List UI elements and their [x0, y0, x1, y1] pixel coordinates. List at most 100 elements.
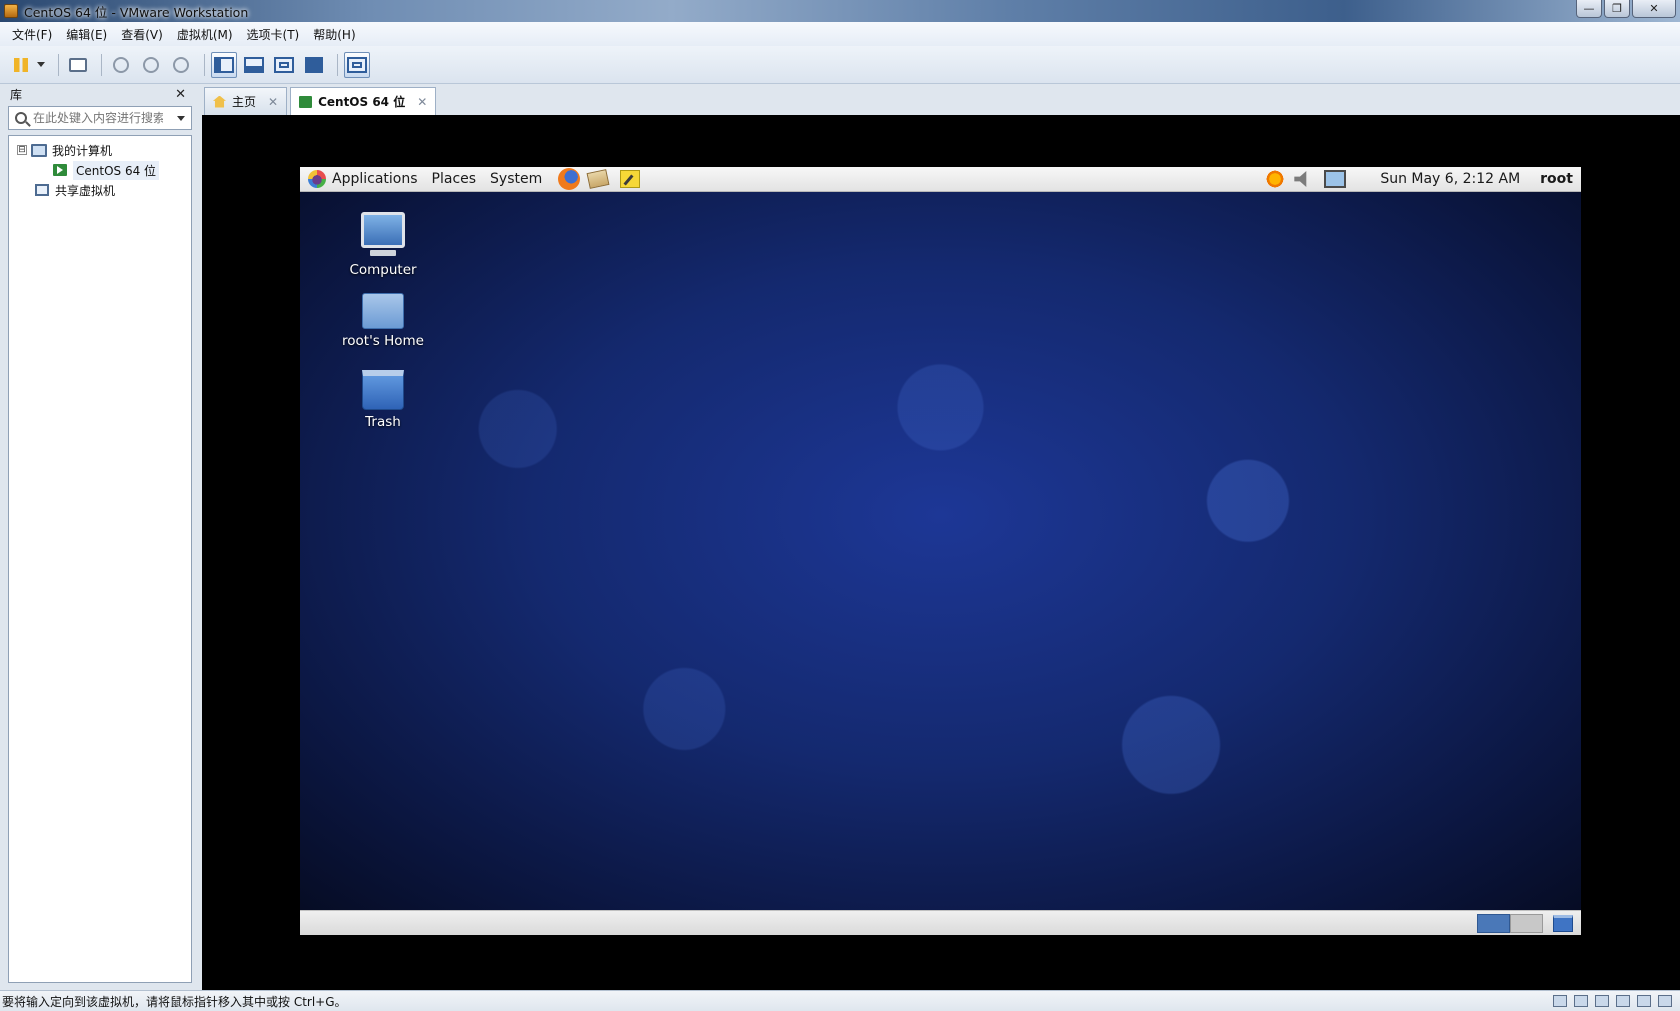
menu-file[interactable]: 文件(F) [6, 26, 58, 43]
toolbar [0, 46, 1680, 84]
vm-running-icon [53, 164, 67, 176]
top-panel-tray: Sun May 6, 2:12 AM root [1266, 167, 1581, 192]
tree-item-label: 我的计算机 [52, 143, 113, 158]
gnome-foot-icon [308, 170, 326, 188]
chevron-down-icon [37, 62, 45, 67]
workspace-2-button[interactable] [1510, 914, 1543, 933]
power-dropdown-button[interactable] [34, 52, 48, 78]
library-close-button[interactable]: ✕ [175, 87, 186, 102]
system-menu[interactable]: System [490, 171, 542, 187]
desktop-icon-home[interactable]: root's Home [333, 293, 433, 349]
library-tree: ⊟ 我的计算机 CentOS 64 位 共享虚拟机 [8, 135, 192, 983]
firefox-icon[interactable] [558, 168, 581, 190]
library-title: 库 [10, 87, 23, 102]
shared-vm-icon [35, 184, 49, 196]
menu-vm[interactable]: 虚拟机(M) [171, 26, 239, 43]
places-menu[interactable]: Places [432, 171, 477, 187]
unity-icon [305, 56, 323, 73]
gnome-top-panel: Applications Places System Sun May 6, 2:… [300, 167, 1581, 192]
network-adapter-icon[interactable] [1595, 995, 1609, 1007]
mail-client-icon[interactable] [586, 169, 610, 189]
menu-tabs[interactable]: 选项卡(T) [241, 26, 306, 43]
window-controls: — ❐ ✕ [1574, 0, 1676, 18]
tab-label: CentOS 64 位 [318, 95, 406, 109]
restore-button[interactable]: ❐ [1604, 0, 1630, 18]
minimize-button[interactable]: — [1576, 0, 1602, 18]
computer-icon [361, 212, 405, 256]
library-search [8, 106, 192, 130]
clock[interactable]: Sun May 6, 2:12 AM [1380, 171, 1520, 187]
home-folder-icon [362, 293, 404, 329]
revert-icon [143, 56, 159, 73]
desktop[interactable]: Computer root's Home Trash [300, 192, 1581, 910]
full-screen-button[interactable] [271, 52, 297, 78]
library-panel: 库 ✕ ⊟ 我的计算机 CentOS 64 位 共享虚拟机 [8, 84, 192, 984]
workspace-1-button[interactable] [1477, 914, 1510, 933]
tab-home[interactable]: 主页 ✕ [204, 87, 288, 115]
tree-item-centos-vm[interactable]: CentOS 64 位 [9, 160, 191, 180]
keyboard-icon [69, 57, 87, 72]
title-bar: CentOS 64 位 - VMware Workstation — ❐ ✕ [0, 0, 1680, 22]
menu-help[interactable]: 帮助(H) [307, 26, 361, 43]
home-icon [213, 95, 226, 108]
library-header: 库 ✕ [8, 84, 192, 104]
volume-icon[interactable] [1294, 171, 1307, 187]
close-button[interactable]: ✕ [1632, 0, 1676, 18]
tree-item-label: 共享虚拟机 [55, 183, 116, 198]
tab-label: 主页 [232, 95, 257, 109]
tab-centos[interactable]: CentOS 64 位 ✕ [290, 87, 437, 115]
toolbar-separator [58, 53, 59, 76]
take-snapshot-button[interactable] [108, 52, 134, 78]
console-view-button[interactable] [344, 51, 370, 78]
tree-item-my-computer[interactable]: ⊟ 我的计算机 [9, 140, 191, 160]
unity-button[interactable] [301, 52, 327, 78]
search-icon [15, 112, 27, 124]
pause-icon [14, 57, 28, 72]
collapse-icon[interactable]: ⊟ [17, 145, 27, 155]
vmware-app-icon [4, 4, 18, 18]
hard-disk-icon[interactable] [1553, 995, 1567, 1007]
desktop-icon-computer[interactable]: Computer [333, 212, 433, 278]
search-dropdown-icon[interactable] [177, 115, 185, 121]
show-thumbnail-button[interactable] [241, 52, 267, 78]
usb-icon[interactable] [1616, 995, 1630, 1007]
network-icon[interactable] [1324, 170, 1347, 188]
revert-snapshot-button[interactable] [138, 52, 164, 78]
desktop-icon-label: root's Home [342, 333, 424, 349]
desktop-icon-trash[interactable]: Trash [333, 370, 433, 430]
panel-trash-icon[interactable] [1553, 915, 1573, 932]
status-message: 要将输入定向到该虚拟机，请将鼠标指针移入其中或按 Ctrl+G。 [2, 994, 347, 1009]
trash-icon [362, 370, 404, 410]
desktop-icon-label: Trash [365, 414, 401, 430]
library-search-input[interactable] [33, 111, 163, 125]
toolbar-separator [101, 53, 102, 76]
thumbnail-view-icon [244, 56, 264, 73]
menu-edit[interactable]: 编辑(E) [60, 26, 113, 43]
message-log-icon[interactable] [1658, 995, 1672, 1007]
console-view-icon [347, 56, 367, 73]
show-library-button[interactable] [211, 51, 237, 78]
tab-close-button[interactable]: ✕ [417, 95, 427, 109]
menu-bar: 文件(F) 编辑(E) 查看(V) 虚拟机(M) 选项卡(T) 帮助(H) [0, 22, 1680, 46]
guest-screen[interactable]: Applications Places System Sun May 6, 2:… [300, 167, 1581, 935]
status-bar: 要将输入定向到该虚拟机，请将鼠标指针移入其中或按 Ctrl+G。 [0, 990, 1680, 1011]
window-title: CentOS 64 位 - VMware Workstation [24, 4, 249, 20]
snapshot-manager-icon [173, 56, 189, 73]
gnome-bottom-panel [300, 910, 1581, 935]
tree-item-shared-vms[interactable]: 共享虚拟机 [9, 180, 191, 200]
send-ctrl-alt-del-button[interactable] [65, 52, 91, 78]
menu-view[interactable]: 查看(V) [115, 26, 169, 43]
tab-close-button[interactable]: ✕ [268, 95, 278, 109]
sound-card-icon[interactable] [1637, 995, 1651, 1007]
cd-rom-icon[interactable] [1574, 995, 1588, 1007]
suspend-button[interactable] [8, 52, 34, 78]
vm-icon [299, 95, 313, 108]
update-notifier-icon[interactable] [1266, 170, 1285, 188]
toolbar-separator [204, 53, 205, 76]
snapshot-manager-button[interactable] [168, 52, 194, 78]
notes-icon[interactable] [620, 170, 641, 188]
toolbar-separator [337, 53, 338, 76]
user-menu[interactable]: root [1540, 171, 1573, 187]
applications-menu[interactable]: Applications [332, 171, 418, 187]
desktop-icon-label: Computer [349, 262, 417, 278]
